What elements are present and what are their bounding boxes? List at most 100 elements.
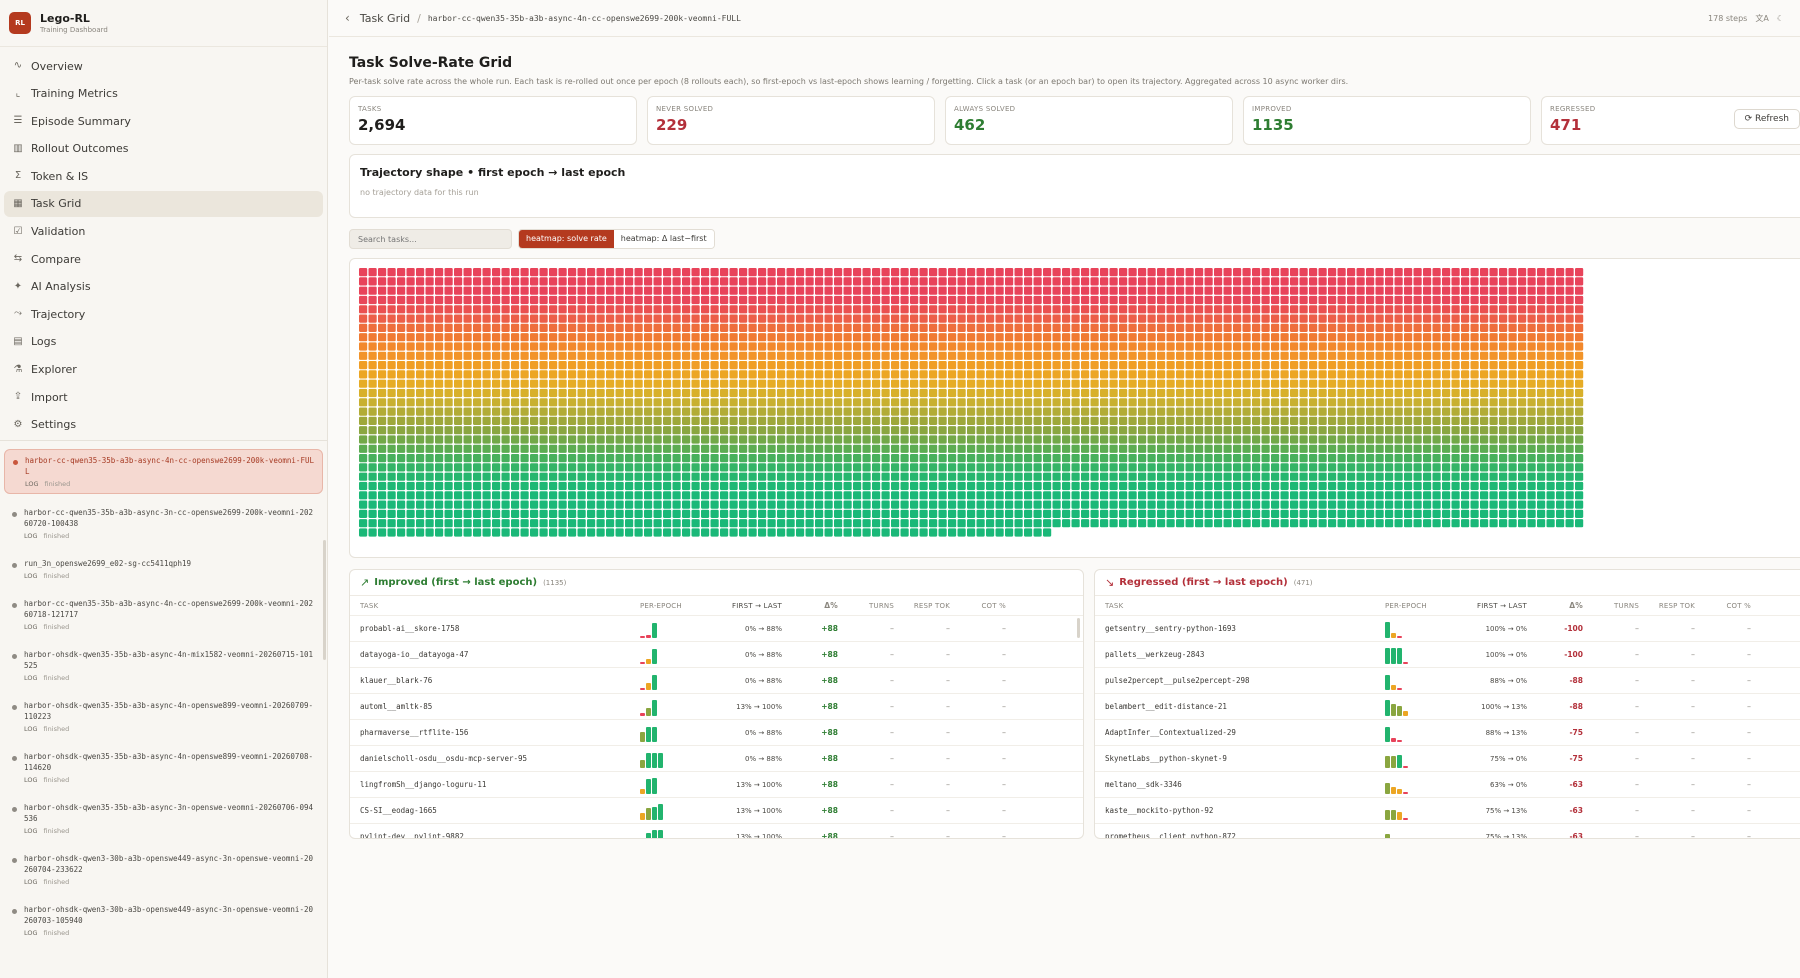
task-cell[interactable] xyxy=(558,333,567,342)
task-cell[interactable] xyxy=(558,519,567,528)
task-cell[interactable] xyxy=(425,407,434,416)
task-cell[interactable] xyxy=(577,370,586,379)
task-cell[interactable] xyxy=(900,500,909,509)
task-cell[interactable] xyxy=(862,472,871,481)
task-cell[interactable] xyxy=(568,407,577,416)
task-cell[interactable] xyxy=(492,481,501,491)
task-cell[interactable] xyxy=(596,277,605,286)
task-cell[interactable] xyxy=(976,295,985,305)
task-cell[interactable] xyxy=(1223,519,1232,528)
task-cell[interactable] xyxy=(758,268,767,277)
task-cell[interactable] xyxy=(748,351,757,360)
task-cell[interactable] xyxy=(739,509,748,518)
task-cell[interactable] xyxy=(577,314,586,323)
epoch-bar[interactable] xyxy=(652,727,657,742)
table-row[interactable]: meltano__sdk-3346 63% → 0% -63– – – xyxy=(1095,772,1800,798)
task-cell[interactable] xyxy=(710,528,719,537)
epoch-bar[interactable] xyxy=(652,777,657,794)
task-cell[interactable] xyxy=(1394,509,1403,518)
task-cell[interactable] xyxy=(1252,426,1261,435)
task-cell[interactable] xyxy=(1100,454,1109,463)
task-cell[interactable] xyxy=(492,314,501,323)
task-cell[interactable] xyxy=(1537,388,1546,398)
task-cell[interactable] xyxy=(1014,463,1023,472)
task-cell[interactable] xyxy=(1100,407,1109,416)
task-cell[interactable] xyxy=(1195,398,1204,407)
task-cell[interactable] xyxy=(1328,342,1337,351)
task-cell[interactable] xyxy=(729,444,738,453)
task-cell[interactable] xyxy=(796,388,805,398)
task-cell[interactable] xyxy=(530,435,539,444)
task-name[interactable]: meltano__sdk-3346 xyxy=(1105,780,1385,789)
task-cell[interactable] xyxy=(976,454,985,463)
task-cell[interactable] xyxy=(644,416,653,425)
task-cell[interactable] xyxy=(710,416,719,425)
task-cell[interactable] xyxy=(929,351,938,360)
task-cell[interactable] xyxy=(881,444,890,453)
task-cell[interactable] xyxy=(1556,435,1565,444)
task-cell[interactable] xyxy=(1128,286,1137,295)
task-cell[interactable] xyxy=(1024,342,1033,351)
task-cell[interactable] xyxy=(1166,351,1175,360)
task-cell[interactable] xyxy=(463,435,472,444)
epoch-bar[interactable] xyxy=(640,635,645,638)
task-cell[interactable] xyxy=(1499,277,1508,286)
task-cell[interactable] xyxy=(701,491,710,500)
task-cell[interactable] xyxy=(1328,314,1337,323)
task-cell[interactable] xyxy=(948,398,957,407)
task-cell[interactable] xyxy=(672,268,681,277)
nav-item-task-grid[interactable]: ▦ Task Grid xyxy=(4,190,323,217)
task-cell[interactable] xyxy=(1480,481,1489,491)
task-cell[interactable] xyxy=(1081,314,1090,323)
column-header[interactable]: RESP TOK xyxy=(1639,602,1695,610)
task-cell[interactable] xyxy=(1442,454,1451,463)
task-cell[interactable] xyxy=(777,398,786,407)
task-cell[interactable] xyxy=(1537,286,1546,295)
task-cell[interactable] xyxy=(948,333,957,342)
task-cell[interactable] xyxy=(729,342,738,351)
task-cell[interactable] xyxy=(834,305,843,314)
task-cell[interactable] xyxy=(1090,286,1099,295)
task-cell[interactable] xyxy=(881,314,890,323)
task-cell[interactable] xyxy=(957,295,966,305)
task-cell[interactable] xyxy=(767,370,776,379)
task-cell[interactable] xyxy=(587,509,596,518)
task-cell[interactable] xyxy=(653,398,662,407)
task-cell[interactable] xyxy=(1356,388,1365,398)
task-cell[interactable] xyxy=(1109,351,1118,360)
task-cell[interactable] xyxy=(1518,361,1527,370)
task-cell[interactable] xyxy=(1024,481,1033,491)
task-cell[interactable] xyxy=(1546,268,1555,277)
task-cell[interactable] xyxy=(644,314,653,323)
task-cell[interactable] xyxy=(872,472,881,481)
task-cell[interactable] xyxy=(682,268,691,277)
task-cell[interactable] xyxy=(1470,416,1479,425)
task-cell[interactable] xyxy=(1109,379,1118,388)
task-cell[interactable] xyxy=(1480,500,1489,509)
task-cell[interactable] xyxy=(710,481,719,491)
task-cell[interactable] xyxy=(1081,519,1090,528)
task-cell[interactable] xyxy=(1024,435,1033,444)
task-cell[interactable] xyxy=(625,481,634,491)
task-cell[interactable] xyxy=(368,481,377,491)
task-cell[interactable] xyxy=(1489,388,1498,398)
task-cell[interactable] xyxy=(1508,286,1517,295)
task-cell[interactable] xyxy=(786,509,795,518)
task-cell[interactable] xyxy=(1556,342,1565,351)
task-cell[interactable] xyxy=(891,519,900,528)
task-cell[interactable] xyxy=(406,463,415,472)
task-cell[interactable] xyxy=(758,333,767,342)
task-cell[interactable] xyxy=(758,481,767,491)
task-cell[interactable] xyxy=(511,351,520,360)
task-cell[interactable] xyxy=(701,388,710,398)
task-cell[interactable] xyxy=(615,379,624,388)
task-cell[interactable] xyxy=(1271,370,1280,379)
task-cell[interactable] xyxy=(948,305,957,314)
task-cell[interactable] xyxy=(1489,416,1498,425)
task-cell[interactable] xyxy=(511,416,520,425)
task-cell[interactable] xyxy=(1204,509,1213,518)
task-cell[interactable] xyxy=(1252,416,1261,425)
task-cell[interactable] xyxy=(1546,361,1555,370)
task-cell[interactable] xyxy=(872,509,881,518)
task-cell[interactable] xyxy=(359,370,368,379)
